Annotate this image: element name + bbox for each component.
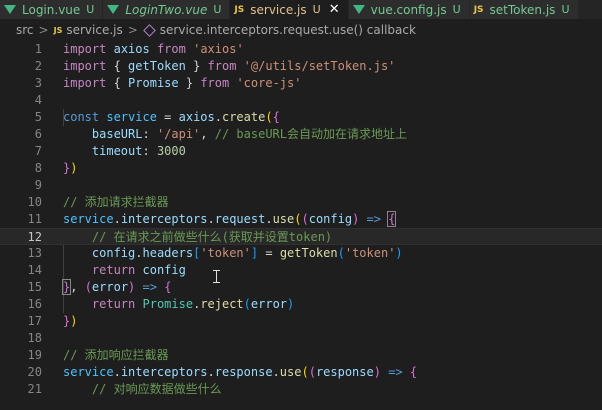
code-text: timeout: 3000 <box>91 144 186 158</box>
breadcrumb-file[interactable]: service.js <box>66 23 122 37</box>
js-file-icon: JS <box>53 25 63 35</box>
code-line: 9 <box>0 177 602 194</box>
code-line: 18 <box>0 330 602 347</box>
breadcrumb: src > JS service.js > service.intercepto… <box>0 19 602 41</box>
code-line: 6 baseURL: '/api', // baseURL会自动加在请求地址上 <box>0 126 602 143</box>
git-status-badge: U <box>213 3 222 16</box>
line-number: 14 <box>27 263 42 277</box>
code-line: 8}) <box>0 160 602 177</box>
js-file-icon: JS <box>234 4 245 15</box>
line-number: 2 <box>34 59 42 73</box>
line-number: 5 <box>34 110 42 124</box>
line-number: 20 <box>27 365 42 379</box>
code-line: 14 return config <box>0 262 602 279</box>
code-text: const service = axios.create({ <box>63 110 280 124</box>
line-number: 6 <box>34 127 42 141</box>
code-line-current: 12 // 在请求之前做些什么(获取并设置token) <box>0 228 602 245</box>
tab-login-vue[interactable]: Login.vue U <box>0 0 104 19</box>
code-line: 15 }, (error) => { <box>0 279 602 296</box>
tab-label: LoginTwo.vue <box>125 2 208 17</box>
tab-label: Login.vue <box>22 2 81 17</box>
code-line: 10 // 添加请求拦截器 <box>0 194 602 211</box>
line-number: 10 <box>27 195 42 209</box>
tab-label: vue.config.js <box>370 2 447 17</box>
method-symbol-icon <box>142 23 156 37</box>
vue-file-icon <box>352 5 365 14</box>
breadcrumb-folder[interactable]: src <box>16 23 34 37</box>
code-text: import axios from 'axios' <box>63 42 244 56</box>
code-text: // 添加响应拦截器 <box>63 348 169 362</box>
vue-file-icon <box>4 5 16 14</box>
code-line: 21 // 对响应数据做些什么 <box>0 381 602 398</box>
code-text: service.interceptors.response.use((respo… <box>63 365 418 379</box>
code-text: baseURL: '/api', // baseURL会自动加在请求地址上 <box>91 127 407 141</box>
tab-label: service.js <box>250 2 307 17</box>
code-text: config.headers['token'] = getToken('toke… <box>91 246 403 260</box>
line-number: 3 <box>34 76 42 90</box>
code-text: // 添加请求拦截器 <box>63 195 169 209</box>
vue-file-icon <box>107 5 120 14</box>
code-text: }, (error) => { <box>61 279 172 295</box>
line-number: 18 <box>27 331 42 345</box>
line-number: 21 <box>27 382 42 396</box>
git-status-badge: U <box>86 3 95 16</box>
tab-settoken-js[interactable]: JS setToken.js U <box>469 0 579 19</box>
code-line: 2 import { getToken } from '@/utils/setTo… <box>0 58 602 75</box>
line-number: 17 <box>27 314 42 328</box>
code-line: 17}) <box>0 313 602 330</box>
code-line: 3 import { Promise } from 'core-js' <box>0 75 602 92</box>
line-number: 16 <box>27 297 42 311</box>
code-line: 19 // 添加响应拦截器 <box>0 347 602 364</box>
line-number: 8 <box>34 161 42 175</box>
close-icon[interactable]: ✕ <box>329 2 340 17</box>
code-editor[interactable]: 1 import axios from 'axios' 2 import { get… <box>0 41 602 410</box>
code-line: 20 service.interceptors.response.use((res… <box>0 364 602 381</box>
line-number: 15 <box>27 280 42 294</box>
code-text: }) <box>63 161 78 175</box>
code-line: 16 return Promise.reject(error) <box>0 296 602 313</box>
code-line: 7 timeout: 3000 <box>0 143 602 160</box>
line-number: 9 <box>34 178 42 192</box>
editor-tab-bar: Login.vue U LoginTwo.vue U JS service.js… <box>0 0 602 19</box>
git-status-badge: U <box>452 3 461 16</box>
line-number: 7 <box>34 144 42 158</box>
js-file-icon: JS <box>473 4 484 15</box>
line-number: 4 <box>34 93 42 107</box>
line-number: 11 <box>27 212 42 226</box>
line-number: 13 <box>27 246 42 260</box>
tab-label: setToken.js <box>489 2 556 17</box>
code-text: // 在请求之前做些什么(获取并设置token) <box>91 230 333 244</box>
code-text: }) <box>63 314 78 328</box>
chevron-right-icon: > <box>38 23 49 37</box>
code-line: 13 config.headers['token'] = getToken('t… <box>0 245 602 262</box>
code-text: service.interceptors.request.use((config… <box>63 211 397 227</box>
code-text: import { Promise } from 'core-js' <box>63 76 302 90</box>
line-number: 12 <box>27 230 42 244</box>
code-line: 4 <box>0 92 602 109</box>
code-text: return config <box>91 263 186 277</box>
tab-service-js[interactable]: JS service.js U ✕ <box>230 0 349 19</box>
tab-vue-config-js[interactable]: vue.config.js U <box>348 0 470 19</box>
code-line: 1 import axios from 'axios' <box>0 41 602 58</box>
git-status-badge: U <box>561 3 570 16</box>
code-text: // 对响应数据做些什么 <box>91 382 222 396</box>
text-cursor-icon <box>213 270 220 283</box>
code-text: return Promise.reject(error) <box>91 297 295 311</box>
chevron-right-icon: > <box>127 23 138 37</box>
git-status-badge: U <box>312 3 321 16</box>
code-line: 5 const service = axios.create({ <box>0 109 602 126</box>
line-number: 19 <box>27 348 42 362</box>
code-line: 11 service.interceptors.request.use((conf… <box>0 211 602 228</box>
breadcrumb-symbol[interactable]: service.interceptors.request.use() callb… <box>160 23 416 37</box>
code-text: import { getToken } from '@/utils/setTok… <box>63 59 396 73</box>
line-number: 1 <box>34 42 42 56</box>
tab-logintwo-vue[interactable]: LoginTwo.vue U <box>103 0 231 19</box>
